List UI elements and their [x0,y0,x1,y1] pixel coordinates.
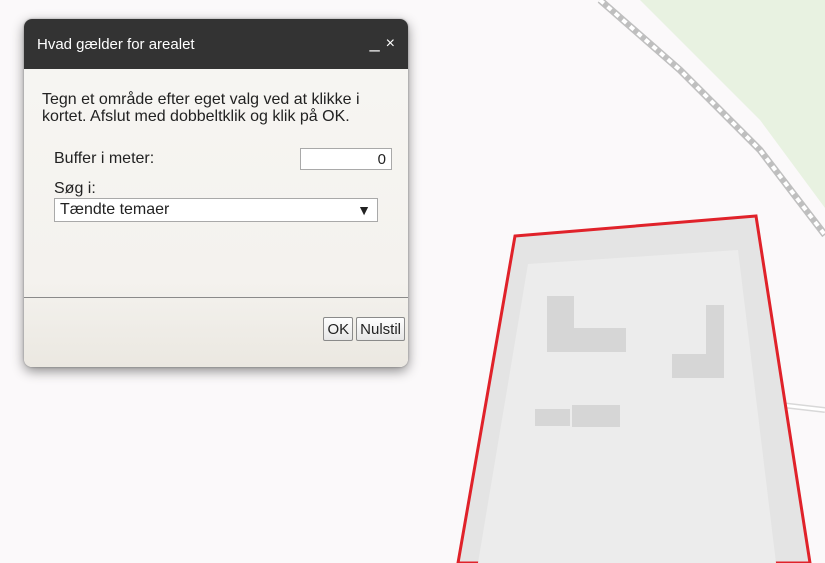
dialog-title: Hvad gælder for arealet [37,35,195,53]
search-in-label: Søg i: [54,180,96,197]
window-controls: _ × [370,33,395,53]
buffer-label: Buffer i meter: [54,150,155,167]
dialog-titlebar[interactable]: Hvad gælder for arealet _ × [24,19,408,69]
area-query-dialog: Hvad gælder for arealet _ × Tegn et områ… [24,19,408,367]
footer-divider [24,297,408,298]
search-in-row: Søg i: Tændte temaer ▼ [54,181,391,222]
minimize-icon[interactable]: _ [370,33,380,51]
reset-button[interactable]: Nulstil [356,317,405,341]
selected-area-inner [478,250,776,563]
dialog-footer: OK Nulstil [323,317,405,341]
search-in-value: Tændte temaer [60,201,170,218]
buffer-input[interactable] [300,148,392,170]
dialog-body: Tegn et område efter eget valg ved at kl… [24,69,408,222]
buffer-row: Buffer i meter: [54,148,392,170]
close-icon[interactable]: × [386,36,395,52]
dropdown-arrow-icon: ▼ [357,202,371,218]
instructions-text: Tegn et område efter eget valg ved at kl… [42,91,360,125]
ok-button[interactable]: OK [323,317,354,341]
building [535,409,570,426]
building [572,405,620,427]
search-in-select[interactable]: Tændte temaer ▼ [54,198,378,222]
